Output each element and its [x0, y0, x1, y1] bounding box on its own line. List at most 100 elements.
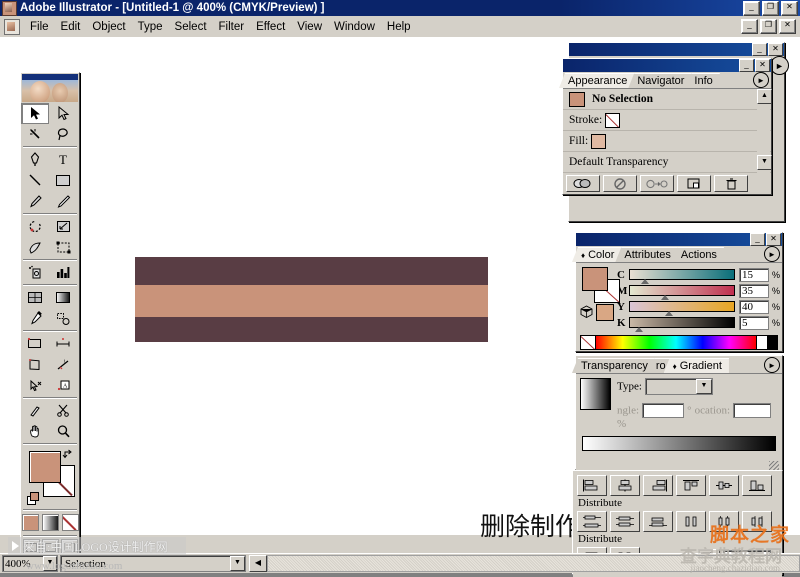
status-chevron-down-icon[interactable]: ▼ — [230, 556, 245, 571]
vertical-distribute-bottom-button[interactable] — [643, 511, 673, 532]
channel-y-slider[interactable] — [628, 301, 735, 316]
knife-tool[interactable] — [21, 400, 49, 421]
color-spectrum-bar[interactable] — [580, 335, 778, 350]
tab-appearance[interactable]: Appearance — [559, 73, 635, 88]
default-fill-stroke-icon[interactable] — [27, 492, 39, 505]
magic-wand-tool[interactable] — [21, 124, 49, 145]
free-transform-tool[interactable] — [49, 237, 77, 258]
gradient-tool[interactable] — [49, 287, 77, 308]
column-graph-tool[interactable] — [49, 262, 77, 283]
bg-palette-close-button[interactable]: ✕ — [768, 43, 783, 56]
vertical-align-bottom-button[interactable] — [742, 475, 772, 496]
fill-swatch[interactable] — [29, 451, 61, 483]
menu-file[interactable]: File — [24, 19, 55, 35]
close-button[interactable]: ✕ — [781, 0, 798, 16]
tab-actions[interactable]: Actions — [671, 247, 724, 262]
menu-type[interactable]: Type — [132, 19, 169, 35]
tab-attributes[interactable]: Attributes — [615, 247, 678, 262]
appearance-close-button[interactable]: ✕ — [755, 59, 770, 72]
menu-object[interactable]: Object — [86, 19, 131, 35]
vertical-align-center-button[interactable] — [709, 475, 739, 496]
menu-help[interactable]: Help — [381, 19, 417, 35]
document-icon[interactable] — [4, 18, 20, 35]
appearance-scroll-up-arrow[interactable]: ▲ — [757, 89, 772, 104]
lasso-tool[interactable] — [49, 124, 77, 145]
gradient-fill-mode[interactable] — [41, 514, 59, 531]
appearance-fill-row[interactable]: Fill: — [563, 131, 771, 152]
appearance-transparency-row[interactable]: Default Transparency — [563, 152, 771, 173]
horizontal-distribute-left-button[interactable] — [676, 511, 706, 532]
palette-menu-arrow-icon[interactable]: ► — [770, 56, 789, 75]
gradient-ramp-slider[interactable] — [582, 436, 776, 451]
channel-m-thumb[interactable] — [661, 295, 670, 300]
measure-tool[interactable] — [49, 333, 77, 354]
restore-button[interactable]: ❐ — [762, 0, 779, 16]
menu-edit[interactable]: Edit — [55, 19, 87, 35]
stroke-none-swatch-icon[interactable] — [605, 112, 621, 128]
doc-close-button[interactable]: ✕ — [779, 19, 796, 34]
symbol-sprayer-tool[interactable] — [21, 262, 49, 283]
channel-m-slider[interactable] — [628, 285, 735, 300]
zoom-tool[interactable] — [49, 421, 77, 442]
menu-view[interactable]: View — [291, 19, 328, 35]
channel-y-value[interactable]: 40 — [738, 299, 769, 314]
horizontal-align-right-button[interactable] — [643, 475, 673, 496]
paintbrush-tool[interactable] — [21, 191, 49, 212]
tab-gradient[interactable]: ♦ Gradient — [663, 358, 729, 373]
scale-tool[interactable] — [49, 216, 77, 237]
color-palette[interactable]: _ ✕ ♦ Color Attributes Actions ► C 15 % … — [572, 232, 783, 352]
doc-minimize-button[interactable]: _ — [741, 19, 758, 34]
bottom-band[interactable] — [135, 317, 488, 342]
type-tool[interactable]: T — [49, 149, 77, 170]
gradient-palette[interactable]: Transparency ro ♦ Gradient ► Type: ▼ ngl… — [572, 355, 783, 473]
color-fill-proxy[interactable] — [582, 267, 608, 291]
none-fill-mode[interactable] — [61, 514, 79, 531]
top-band[interactable] — [135, 257, 488, 285]
minimize-button[interactable]: _ — [743, 0, 760, 16]
delete-item-button[interactable] — [714, 175, 748, 192]
fill-stroke-proxy[interactable] — [27, 449, 75, 507]
color-panel-menu-icon[interactable]: ► — [764, 246, 780, 262]
swap-fill-stroke-icon[interactable] — [62, 449, 73, 460]
vertical-distribute-top-button[interactable] — [577, 511, 607, 532]
gradient-location-input[interactable] — [733, 403, 772, 418]
gradient-type-select[interactable]: ▼ — [644, 378, 713, 395]
doc-restore-button[interactable]: ❐ — [760, 19, 777, 34]
gradient-type-chevron-down-icon[interactable]: ▼ — [695, 379, 712, 394]
eyedropper-tool[interactable] — [21, 308, 49, 329]
tab-info[interactable]: Info — [685, 73, 720, 88]
menu-select[interactable]: Select — [169, 19, 213, 35]
horizontal-align-left-button[interactable] — [577, 475, 607, 496]
scissors-tool[interactable] — [49, 400, 77, 421]
channel-k-slider[interactable] — [628, 317, 735, 332]
new-art-has-basic-appearance-button[interactable] — [566, 175, 600, 192]
spectrum-ramp[interactable] — [596, 336, 756, 349]
line-segment-tool[interactable] — [21, 170, 49, 191]
vertical-distribute-center-button[interactable] — [610, 511, 640, 532]
channel-y-thumb[interactable] — [665, 311, 674, 316]
channel-c-value[interactable]: 15 — [738, 267, 769, 282]
rotate-tool[interactable] — [21, 216, 49, 237]
gradient-panel-menu-icon[interactable]: ► — [764, 357, 780, 373]
spectrum-none-swatch[interactable] — [581, 336, 596, 349]
color-minimize-button[interactable]: _ — [750, 233, 765, 246]
vertical-align-top-button[interactable] — [676, 475, 706, 496]
knife-path-tool[interactable]: i — [49, 354, 77, 375]
appearance-scrollbar[interactable]: ▲ ▼ — [757, 89, 772, 192]
channel-k-value[interactable]: 5 — [738, 315, 769, 330]
appearance-palette[interactable]: _ ✕ Appearance Navigator Info ► No Selec… — [559, 58, 772, 195]
horizontal-align-center-button[interactable] — [610, 475, 640, 496]
erase-select-tool[interactable] — [21, 375, 49, 396]
menu-effect[interactable]: Effect — [250, 19, 291, 35]
gradient-thumbnail[interactable] — [580, 378, 612, 410]
middle-band[interactable] — [135, 285, 488, 317]
out-of-gamut-cube-icon[interactable] — [580, 305, 593, 319]
spectrum-white-swatch[interactable] — [756, 336, 767, 349]
selection-tool[interactable] — [21, 103, 49, 124]
tab-transparency[interactable]: Transparency — [572, 358, 655, 373]
appearance-stroke-row[interactable]: Stroke: — [563, 110, 771, 131]
page-tool[interactable] — [21, 354, 49, 375]
tab-color[interactable]: ♦ Color — [572, 247, 622, 262]
scroll-left-arrow[interactable]: ◀ — [249, 555, 267, 572]
appearance-panel-menu-icon[interactable]: ► — [753, 72, 769, 88]
